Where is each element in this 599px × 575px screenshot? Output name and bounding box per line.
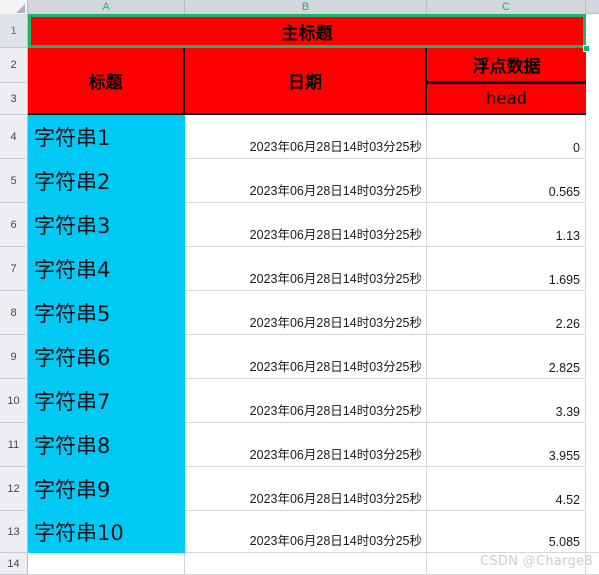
cell-a4-text: 字符串1 <box>34 126 111 150</box>
row-header-6[interactable]: 6 <box>0 203 28 247</box>
row-header-12[interactable]: 12 <box>0 467 28 511</box>
column-header-strip: A B C <box>0 0 599 14</box>
cell-c13[interactable]: 5.085 <box>427 511 586 553</box>
fill-handle[interactable] <box>583 45 590 52</box>
cell-b10[interactable]: 2023年06月28日14时03分25秒 <box>185 379 427 423</box>
cell-c10-text: 3.39 <box>555 405 580 419</box>
select-all-triangle-icon <box>16 4 25 13</box>
cell-c13-text: 5.085 <box>548 535 580 549</box>
row-header-1[interactable]: 1 <box>0 14 28 48</box>
cell-a9-text: 字符串6 <box>34 346 111 370</box>
header-label-col-c-top: 浮点数据 <box>472 57 541 77</box>
cell-a8[interactable]: 字符串5 <box>28 291 185 335</box>
cell-b7[interactable]: 2023年06月28日14时03分25秒 <box>185 247 427 291</box>
cell-a5-text: 字符串2 <box>34 170 111 194</box>
cell-b10-text: 2023年06月28日14时03分25秒 <box>249 404 422 418</box>
cell-a13[interactable]: 字符串10 <box>28 511 185 553</box>
column-header-b[interactable]: B <box>185 0 427 14</box>
header-cell-col-a[interactable]: 标题 <box>28 48 185 115</box>
header-label-col-a: 标题 <box>88 73 123 93</box>
cell-b13-text: 2023年06月28日14时03分25秒 <box>249 534 422 548</box>
cell-a11[interactable]: 字符串8 <box>28 423 185 467</box>
row-header-5[interactable]: 5 <box>0 159 28 203</box>
cell-b12[interactable]: 2023年06月28日14时03分25秒 <box>185 467 427 511</box>
cell-c10[interactable]: 3.39 <box>427 379 586 423</box>
cell-b5[interactable]: 2023年06月28日14时03分25秒 <box>185 159 427 203</box>
cell-b11[interactable]: 2023年06月28日14时03分25秒 <box>185 423 427 467</box>
row-header-11[interactable]: 11 <box>0 423 28 467</box>
row-header-13[interactable]: 13 <box>0 511 28 553</box>
row-header-3[interactable]: 3 <box>0 83 28 115</box>
cell-a7[interactable]: 字符串4 <box>28 247 185 291</box>
row-header-14[interactable]: 14 <box>0 553 28 575</box>
cell-c8-text: 2.26 <box>555 317 580 331</box>
cell-b9-text: 2023年06月28日14时03分25秒 <box>249 360 422 374</box>
cell-c4-text: 0 <box>573 141 580 155</box>
cell-c5-text: 0.565 <box>548 185 580 199</box>
spreadsheet-grid[interactable]: A B C 1 2 3 4 5 6 7 8 9 10 11 12 13 14 主… <box>0 0 599 575</box>
cell-a11-text: 字符串8 <box>34 434 111 458</box>
select-all-button[interactable] <box>0 0 28 14</box>
column-header-a[interactable]: A <box>28 0 185 14</box>
row-header-8[interactable]: 8 <box>0 291 28 335</box>
cell-b12-text: 2023年06月28日14时03分25秒 <box>249 492 422 506</box>
row-header-9[interactable]: 9 <box>0 335 28 379</box>
cell-b6[interactable]: 2023年06月28日14时03分25秒 <box>185 203 427 247</box>
row-header-4[interactable]: 4 <box>0 115 28 159</box>
cell-b13[interactable]: 2023年06月28日14时03分25秒 <box>185 511 427 553</box>
cell-b8[interactable]: 2023年06月28日14时03分25秒 <box>185 291 427 335</box>
row-header-10[interactable]: 10 <box>0 379 28 423</box>
cell-c6-text: 1.13 <box>555 229 580 243</box>
cell-a4[interactable]: 字符串1 <box>28 115 185 159</box>
cell-c7-text: 1.695 <box>548 273 580 287</box>
cell-c6[interactable]: 1.13 <box>427 203 586 247</box>
row-header-2[interactable]: 2 <box>0 48 28 83</box>
cell-b7-text: 2023年06月28日14时03分25秒 <box>249 272 422 286</box>
cell-c12-text: 4.52 <box>555 493 580 507</box>
header-cell-col-c-top[interactable]: 浮点数据 <box>427 48 586 83</box>
main-title-text: 主标题 <box>281 23 333 44</box>
cell-b4-text: 2023年06月28日14时03分25秒 <box>249 140 422 154</box>
column-header-c[interactable]: C <box>427 0 586 14</box>
cell-c4[interactable]: 0 <box>427 115 586 159</box>
cell-c12[interactable]: 4.52 <box>427 467 586 511</box>
merged-title-cell[interactable]: 主标题 <box>28 14 586 48</box>
cell-b9[interactable]: 2023年06月28日14时03分25秒 <box>185 335 427 379</box>
cell-a10-text: 字符串7 <box>34 390 111 414</box>
cell-c11-text: 3.955 <box>548 449 580 463</box>
spill-column-right <box>586 14 599 553</box>
cell-c5[interactable]: 0.565 <box>427 159 586 203</box>
empty-cell-b14[interactable] <box>185 553 427 575</box>
empty-cell-a14[interactable] <box>28 553 185 575</box>
cell-a12[interactable]: 字符串9 <box>28 467 185 511</box>
cell-a9[interactable]: 字符串6 <box>28 335 185 379</box>
watermark-text: CSDN @Charge8 <box>479 554 593 569</box>
cell-a5[interactable]: 字符串2 <box>28 159 185 203</box>
header-label-col-b: 日期 <box>288 73 322 93</box>
cell-c9-text: 2.825 <box>548 361 580 375</box>
cell-b4[interactable]: 2023年06月28日14时03分25秒 <box>185 115 427 159</box>
cell-a10[interactable]: 字符串7 <box>28 379 185 423</box>
cell-a6[interactable]: 字符串3 <box>28 203 185 247</box>
cell-a8-text: 字符串5 <box>34 302 111 326</box>
cell-b8-text: 2023年06月28日14时03分25秒 <box>249 316 422 330</box>
cell-a6-text: 字符串3 <box>34 214 111 238</box>
row-header-7[interactable]: 7 <box>0 247 28 291</box>
cell-b5-text: 2023年06月28日14时03分25秒 <box>249 184 422 198</box>
cell-b6-text: 2023年06月28日14时03分25秒 <box>249 228 422 242</box>
cell-c11[interactable]: 3.955 <box>427 423 586 467</box>
cell-b11-text: 2023年06月28日14时03分25秒 <box>249 448 422 462</box>
cell-a13-text: 字符串10 <box>34 521 124 545</box>
cell-a7-text: 字符串4 <box>34 258 111 282</box>
header-cell-col-c-sub[interactable]: head <box>427 83 586 115</box>
cell-a12-text: 字符串9 <box>34 478 111 502</box>
header-cell-col-b[interactable]: 日期 <box>185 48 427 115</box>
cell-c7[interactable]: 1.695 <box>427 247 586 291</box>
cell-c9[interactable]: 2.825 <box>427 335 586 379</box>
header-label-col-c-sub: head <box>486 88 527 109</box>
cell-c8[interactable]: 2.26 <box>427 291 586 335</box>
